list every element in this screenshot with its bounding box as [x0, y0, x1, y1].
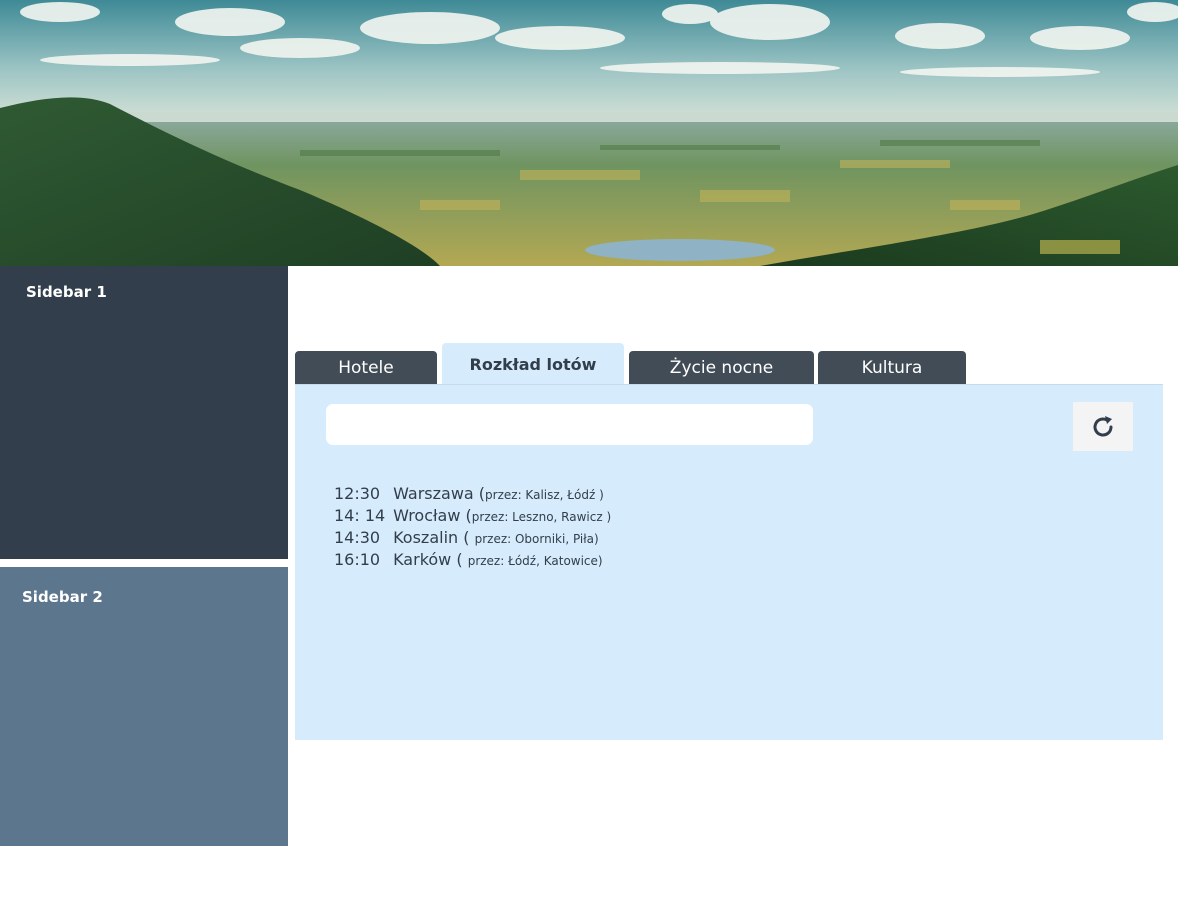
flight-via: przez: Leszno, Rawicz )	[471, 510, 612, 524]
flight-row: 16:10 Karków ( przez: Łódź, Katowice)	[334, 549, 611, 571]
flight-time: 12:30	[334, 484, 381, 503]
flight-city: Koszalin	[393, 528, 459, 547]
tab-kultura[interactable]: Kultura	[818, 351, 966, 385]
flight-city: Wrocław	[393, 506, 461, 525]
flight-city: Warszawa	[393, 484, 474, 503]
flight-time: 16:10	[334, 550, 381, 569]
flight-city: Karków	[393, 550, 452, 569]
flight-time: 14:30	[334, 528, 381, 547]
sidebar-2: Sidebar 2	[0, 567, 288, 846]
flight-time: 14: 14	[334, 506, 386, 525]
flight-schedule-panel: 12:30 Warszawa (przez: Kalisz, Łódź ) 14…	[295, 384, 1163, 740]
tab-zycie-nocne[interactable]: Życie nocne	[629, 351, 814, 385]
tab-zycie-nocne-label: Życie nocne	[669, 358, 774, 378]
tab-hotele[interactable]: Hotele	[295, 351, 437, 385]
flight-row: 12:30 Warszawa (przez: Kalisz, Łódź )	[334, 483, 611, 505]
header-banner-image	[0, 0, 1178, 266]
sidebar-1: Sidebar 1	[0, 266, 288, 559]
tab-kultura-label: Kultura	[861, 358, 923, 378]
tab-rozklad-lotow-label: Rozkład lotów	[469, 354, 597, 374]
sidebar-2-title: Sidebar 2	[22, 588, 103, 606]
tab-rozklad-lotow[interactable]: Rozkład lotów	[442, 343, 624, 385]
flight-via: przez: Kalisz, Łódź )	[485, 488, 604, 502]
flight-via-open: (	[456, 550, 463, 569]
search-input[interactable]	[326, 404, 813, 445]
flight-via: przez: Łódź, Katowice)	[467, 554, 603, 568]
flight-via: przez: Oborniki, Piła)	[474, 532, 599, 546]
flight-via-open: (	[463, 528, 470, 547]
refresh-button[interactable]	[1073, 402, 1133, 451]
refresh-icon	[1090, 414, 1116, 440]
flight-row: 14:30 Koszalin ( przez: Oborniki, Piła)	[334, 527, 611, 549]
flight-row: 14: 14 Wrocław (przez: Leszno, Rawicz )	[334, 505, 611, 527]
sidebar-1-title: Sidebar 1	[26, 283, 107, 301]
flight-list: 12:30 Warszawa (przez: Kalisz, Łódź ) 14…	[334, 483, 611, 571]
tab-hotele-label: Hotele	[338, 358, 394, 378]
